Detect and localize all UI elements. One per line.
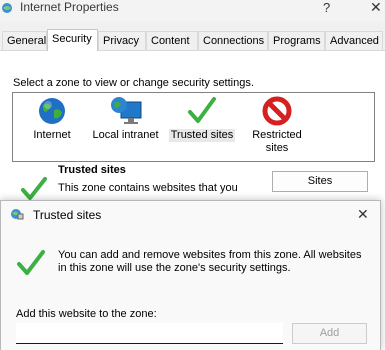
sites-button[interactable]: Sites: [272, 171, 368, 192]
title-bar: Internet Properties ? ✕: [0, 0, 385, 22]
zone-local-intranet[interactable]: Local intranet: [88, 93, 163, 142]
globe-icon: [39, 98, 65, 124]
tab-privacy[interactable]: Privacy: [98, 31, 146, 51]
window-title: Internet Properties: [20, 0, 119, 14]
trusted-sites-title-bar: Trusted sites ✕: [1, 201, 380, 229]
checkmark-icon: [21, 177, 47, 200]
tab-general[interactable]: General: [2, 31, 47, 51]
add-website-label: Add this website to the zone:: [16, 308, 157, 320]
trusted-sites-description: You can add and remove websites from thi…: [58, 249, 362, 274]
zone-local-intranet-label: Local intranet: [92, 129, 159, 141]
trusted-sites-dialog: Trusted sites ✕ You can add and remove w…: [0, 200, 381, 350]
zone-section-description: This zone contains websites that you: [58, 182, 238, 194]
add-button[interactable]: Add: [292, 323, 367, 344]
internet-properties-icon: [2, 3, 12, 13]
add-website-input[interactable]: [16, 323, 283, 344]
zone-restricted-sites-label: Restricted sites: [252, 129, 302, 154]
tab-security[interactable]: Security: [47, 29, 98, 51]
zone-restricted-sites[interactable]: Restricted sites: [245, 93, 309, 155]
zone-prompt: Select a zone to view or change security…: [13, 77, 254, 89]
zone-internet[interactable]: Internet: [27, 93, 77, 142]
zone-trusted-sites-label: Trusted sites: [168, 129, 236, 142]
zone-list: Internet Local intranet Trusted sites Re…: [12, 92, 375, 162]
checkmark-icon: [17, 250, 45, 275]
intranet-icon: [110, 97, 141, 124]
trusted-sites-icon: [11, 209, 24, 220]
tab-advanced[interactable]: Advanced: [325, 31, 383, 51]
tab-programs[interactable]: Programs: [268, 31, 325, 51]
tab-connections[interactable]: Connections: [198, 31, 268, 51]
restricted-icon: [262, 96, 292, 126]
zone-internet-label: Internet: [33, 129, 71, 141]
trusted-sites-title: Trusted sites: [33, 208, 102, 222]
trusted-sites-close-button[interactable]: ✕: [357, 206, 369, 223]
close-button[interactable]: ✕: [370, 0, 382, 16]
tab-strip: General Security Privacy Content Connect…: [0, 29, 385, 51]
zone-trusted-sites[interactable]: Trusted sites: [167, 93, 237, 142]
help-button[interactable]: ?: [323, 0, 330, 15]
tab-content[interactable]: Content: [146, 31, 198, 51]
checkmark-icon: [188, 97, 216, 123]
zone-section-title: Trusted sites: [58, 164, 126, 176]
